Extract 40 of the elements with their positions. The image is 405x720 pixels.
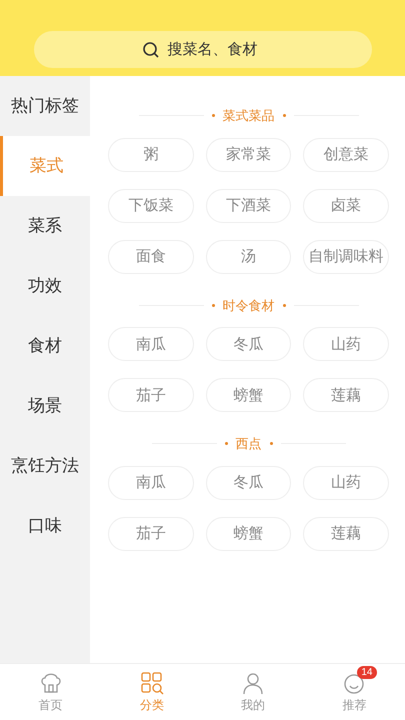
- grid-search-icon: [138, 670, 165, 696]
- tag-chip[interactable]: 下饭菜: [108, 188, 194, 222]
- search-icon: [142, 41, 160, 59]
- tag-chip[interactable]: 下酒菜: [206, 188, 292, 222]
- tag-chip[interactable]: 茄子: [108, 516, 194, 550]
- category-item[interactable]: 菜式: [0, 136, 90, 196]
- category-item[interactable]: 食材: [0, 316, 90, 376]
- tag-chip[interactable]: 螃蟹: [206, 516, 292, 550]
- category-item[interactable]: 热门标签: [0, 76, 90, 136]
- tag-chip[interactable]: 南瓜: [108, 327, 194, 361]
- tag-chip[interactable]: 卤菜: [303, 188, 389, 222]
- tag-chip[interactable]: 南瓜: [108, 466, 194, 500]
- tag-chip[interactable]: 莲藕: [303, 378, 389, 412]
- category-item[interactable]: 场景: [0, 376, 90, 436]
- category-item[interactable]: 菜系: [0, 196, 90, 256]
- tag-chip[interactable]: 汤: [206, 240, 292, 274]
- tag-chip[interactable]: 创意菜: [303, 138, 389, 172]
- tab-bar-item[interactable]: 14 推荐: [304, 664, 405, 720]
- tag-chip[interactable]: 家常菜: [206, 138, 292, 172]
- tag-chip[interactable]: 冬瓜: [206, 466, 292, 500]
- category-item[interactable]: 功效: [0, 256, 90, 316]
- tag-chip[interactable]: 螃蟹: [206, 378, 292, 412]
- section-title: 西点: [236, 435, 262, 453]
- tab-bar-item[interactable]: 分类: [101, 664, 202, 720]
- tag-chip[interactable]: 自制调味料: [303, 240, 389, 274]
- tag-chip[interactable]: 山药: [303, 466, 389, 500]
- search-field[interactable]: 搜菜名、食材: [34, 31, 372, 68]
- tab-bar-item[interactable]: 首页: [0, 664, 102, 720]
- tag-chip[interactable]: 山药: [303, 327, 389, 361]
- tab-bar-item[interactable]: 我的: [202, 664, 304, 720]
- tag-chip[interactable]: 冬瓜: [206, 327, 292, 361]
- tag-chip[interactable]: 莲藕: [303, 516, 389, 550]
- section-title: 时令食材: [222, 296, 274, 314]
- tag-chip[interactable]: 茄子: [108, 378, 194, 412]
- category-item[interactable]: 口味: [0, 496, 90, 556]
- badge: 14: [357, 666, 376, 679]
- tag-chip[interactable]: 粥: [108, 138, 194, 172]
- tag-chip[interactable]: 面食: [108, 240, 194, 274]
- section-title: 菜式菜品: [222, 107, 274, 125]
- category-item[interactable]: 烹饪方法: [0, 436, 90, 496]
